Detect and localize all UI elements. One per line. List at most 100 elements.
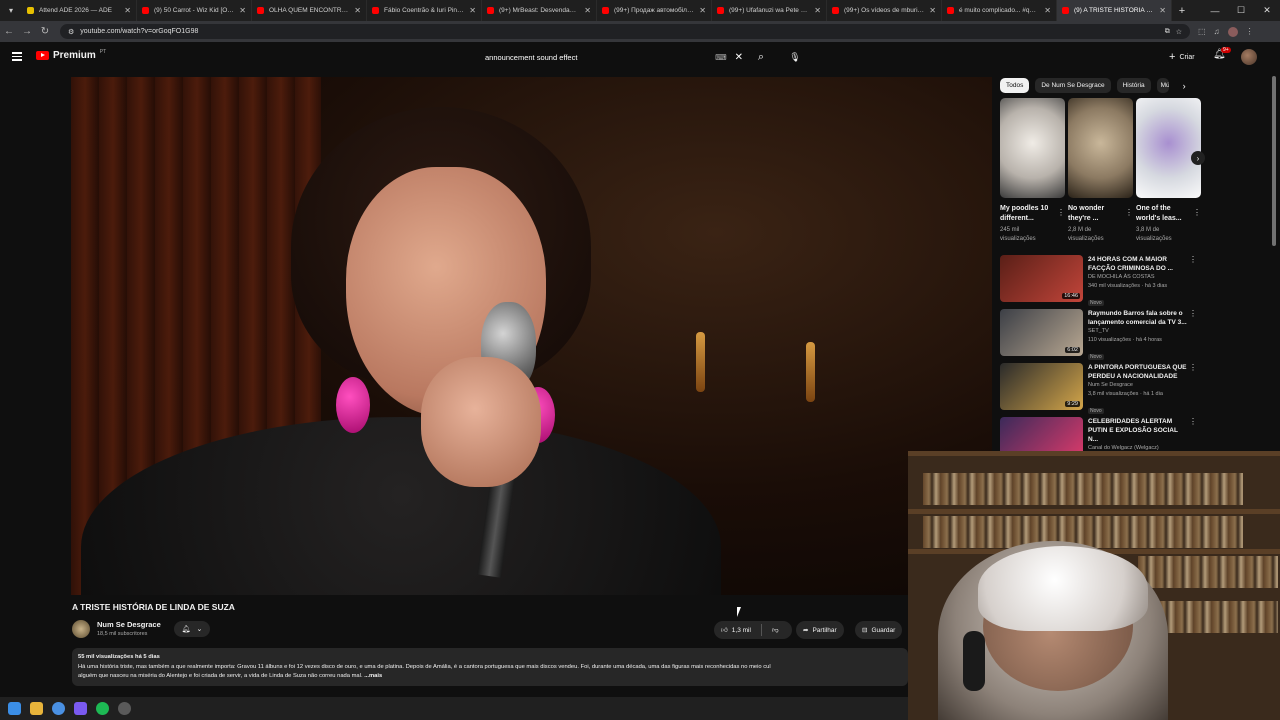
recommended-video[interactable]: 6:02 Raymundo Barros fala sobre o lançam… xyxy=(1000,309,1205,363)
like-count[interactable]: 1,3 mil xyxy=(732,627,751,634)
video-thumbnail[interactable]: 16:46 xyxy=(1000,255,1083,302)
tab-close-icon[interactable]: ✕ xyxy=(239,6,246,15)
account-avatar[interactable] xyxy=(1241,49,1257,65)
video-title[interactable]: 24 HORAS COM A MAIOR FACÇÃO CRIMINOSA DO… xyxy=(1088,255,1188,273)
create-button[interactable]: + Criar xyxy=(1163,48,1201,66)
browser-menu-icon[interactable]: ⋮ xyxy=(1246,27,1254,37)
tab-close-icon[interactable]: ✕ xyxy=(929,6,936,15)
shorts-next-icon[interactable]: › xyxy=(1191,151,1205,165)
back-button[interactable]: ← xyxy=(0,26,18,37)
browser-tab[interactable]: (9) A TRISTE HISTÓRIA DE ✕ xyxy=(1057,0,1172,21)
browser-tab[interactable]: (99+) Ufafanuzi wa Pete za Bal ✕ xyxy=(712,0,827,21)
search-button[interactable]: ⌕ xyxy=(752,47,770,67)
browser-tab[interactable]: (9) 50 Carrot - Wiz Kid [OFFICI ✕ xyxy=(137,0,252,21)
chip-all[interactable]: Todos xyxy=(1000,78,1030,93)
short-title[interactable]: One of the world's leas... xyxy=(1136,204,1191,223)
chevron-right-icon[interactable]: › xyxy=(1183,81,1186,91)
video-thumbnail[interactable]: 6:02 xyxy=(1000,309,1083,356)
close-window-button[interactable]: ✕ xyxy=(1254,5,1280,16)
chip-music[interactable]: Mú xyxy=(1156,78,1169,93)
install-app-icon[interactable]: ⧉ xyxy=(1165,28,1170,36)
video-channel[interactable]: DE MOCHILA ÀS COSTAS xyxy=(1088,273,1188,282)
description-box[interactable]: 55 mil visualizações há 5 dias Há uma hi… xyxy=(72,648,908,686)
media-control-icon[interactable]: ♫ xyxy=(1214,27,1220,37)
tab-search-button[interactable]: ▾ xyxy=(0,6,22,15)
keyboard-icon[interactable]: ⌨ xyxy=(715,53,727,62)
video-title: A TRISTE HISTÓRIA DE LINDA DE SUZA xyxy=(72,602,235,612)
short-title[interactable]: No wonder they're ... xyxy=(1068,204,1123,223)
tab-close-icon[interactable]: ✕ xyxy=(814,6,821,15)
short-card[interactable]: One of the world's leas... ⋮ 3,8 M de vis… xyxy=(1136,98,1201,244)
subscribed-button[interactable]: 🔔︎ ⌄ xyxy=(174,621,210,637)
show-more-link[interactable]: ...mais xyxy=(364,673,382,679)
short-card[interactable]: No wonder they're ... ⋮ 2,8 M de visualiz… xyxy=(1068,98,1133,244)
browser-tab[interactable]: (9+) MrBeast: Desvendando o ✕ xyxy=(482,0,597,21)
minimize-button[interactable]: — xyxy=(1202,6,1228,16)
more-options-icon[interactable]: ⋮ xyxy=(1189,363,1197,372)
profile-avatar[interactable] xyxy=(1227,26,1238,37)
video-channel[interactable]: SET_TV xyxy=(1088,327,1188,336)
spotify-icon[interactable] xyxy=(96,702,109,715)
short-thumbnail[interactable] xyxy=(1000,98,1065,198)
short-card[interactable]: My poodles 10 different... ⋮ 245 mil visu… xyxy=(1000,98,1065,244)
browser-tab[interactable]: é muito complicado... #queir ✕ xyxy=(942,0,1057,21)
clear-search-icon[interactable]: ✕ xyxy=(735,52,743,63)
channel-avatar[interactable] xyxy=(72,620,90,638)
save-button[interactable]: ⊟ Guardar xyxy=(855,621,903,639)
recommended-video[interactable]: 16:46 24 HORAS COM A MAIOR FACÇÃO CRIMIN… xyxy=(1000,255,1205,309)
share-button[interactable]: ➦ Partilhar xyxy=(796,621,844,639)
tab-close-icon[interactable]: ✕ xyxy=(469,6,476,15)
maximize-button[interactable]: ☐ xyxy=(1228,5,1254,16)
tab-close-icon[interactable]: ✕ xyxy=(699,6,706,15)
video-title[interactable]: A PINTORA PORTUGUESA QUE PERDEU A NACION… xyxy=(1088,363,1188,381)
voice-search-icon[interactable]: 🎙 xyxy=(786,47,804,67)
guide-menu-icon[interactable] xyxy=(12,50,22,63)
app-icon[interactable] xyxy=(118,702,131,715)
tab-close-icon[interactable]: ✕ xyxy=(1044,6,1051,15)
more-options-icon[interactable]: ⋮ xyxy=(1125,208,1133,217)
browser-tab[interactable]: (99+) Os vídeos de mburi ofic ✕ xyxy=(827,0,942,21)
short-thumbnail[interactable] xyxy=(1136,98,1201,198)
forward-button[interactable]: → xyxy=(18,26,36,37)
video-channel[interactable]: Num Se Desgrace xyxy=(1088,381,1188,390)
extensions-icon[interactable]: ⬚ xyxy=(1198,27,1206,37)
reload-button[interactable]: ↻ xyxy=(36,26,54,37)
tab-close-icon[interactable]: ✕ xyxy=(584,6,591,15)
page-scrollbar[interactable] xyxy=(1272,76,1276,246)
browser-tab[interactable]: Fábio Coentrão & Iuri Pinto n ✕ xyxy=(367,0,482,21)
like-icon[interactable]: 👍︎ xyxy=(721,626,728,634)
chip-channel[interactable]: De Num Se Desgrace xyxy=(1035,78,1111,93)
messenger-icon[interactable] xyxy=(74,702,87,715)
new-tab-button[interactable]: + xyxy=(1172,5,1192,17)
more-options-icon[interactable]: ⋮ xyxy=(1189,417,1197,426)
tab-close-icon[interactable]: ✕ xyxy=(1159,6,1166,15)
file-explorer-icon[interactable] xyxy=(30,702,43,715)
address-bar[interactable]: ⚙ youtube.com/watch?v=orGoqFO1G98 ⧉ ☆ xyxy=(60,24,1190,39)
search-input[interactable]: announcement sound effect ⌨ ✕ xyxy=(476,47,752,67)
video-thumbnail[interactable]: 9:29 xyxy=(1000,363,1083,410)
youtube-logo[interactable]: Premium PT xyxy=(36,49,106,61)
tab-close-icon[interactable]: ✕ xyxy=(124,6,131,15)
more-options-icon[interactable]: ⋮ xyxy=(1189,255,1197,264)
bookmark-star-icon[interactable]: ☆ xyxy=(1176,28,1182,36)
browser-tab[interactable]: OLHA QUEM ENCONTREI PO ✕ xyxy=(252,0,367,21)
more-options-icon[interactable]: ⋮ xyxy=(1189,309,1197,318)
more-options-icon[interactable]: ⋮ xyxy=(1193,208,1201,217)
chrome-icon[interactable] xyxy=(52,702,65,715)
windows-start-icon[interactable] xyxy=(8,702,21,715)
browser-tab[interactable]: Attend ADE 2026 — ADE ✕ xyxy=(22,0,137,21)
short-title[interactable]: My poodles 10 different... xyxy=(1000,204,1055,223)
short-thumbnail[interactable] xyxy=(1068,98,1133,198)
recommended-video[interactable]: 9:29 A PINTORA PORTUGUESA QUE PERDEU A N… xyxy=(1000,363,1205,417)
dislike-icon[interactable]: 👎︎ xyxy=(772,626,779,634)
video-title[interactable]: CELEBRIDADES ALERTAM PUTIN E EXPLOSÃO SO… xyxy=(1088,417,1188,444)
browser-tab[interactable]: (99+) Продаж автомобілю @ ✕ xyxy=(597,0,712,21)
channel-name[interactable]: Num Se Desgrace xyxy=(97,620,161,629)
video-player[interactable] xyxy=(71,77,992,595)
video-title[interactable]: Raymundo Barros fala sobre o lançamento … xyxy=(1088,309,1188,327)
tab-close-icon[interactable]: ✕ xyxy=(354,6,361,15)
site-info-icon[interactable]: ⚙ xyxy=(68,28,74,36)
video-info: Raymundo Barros fala sobre o lançamento … xyxy=(1088,309,1188,363)
chip-history[interactable]: História xyxy=(1116,78,1151,93)
more-options-icon[interactable]: ⋮ xyxy=(1057,208,1065,217)
